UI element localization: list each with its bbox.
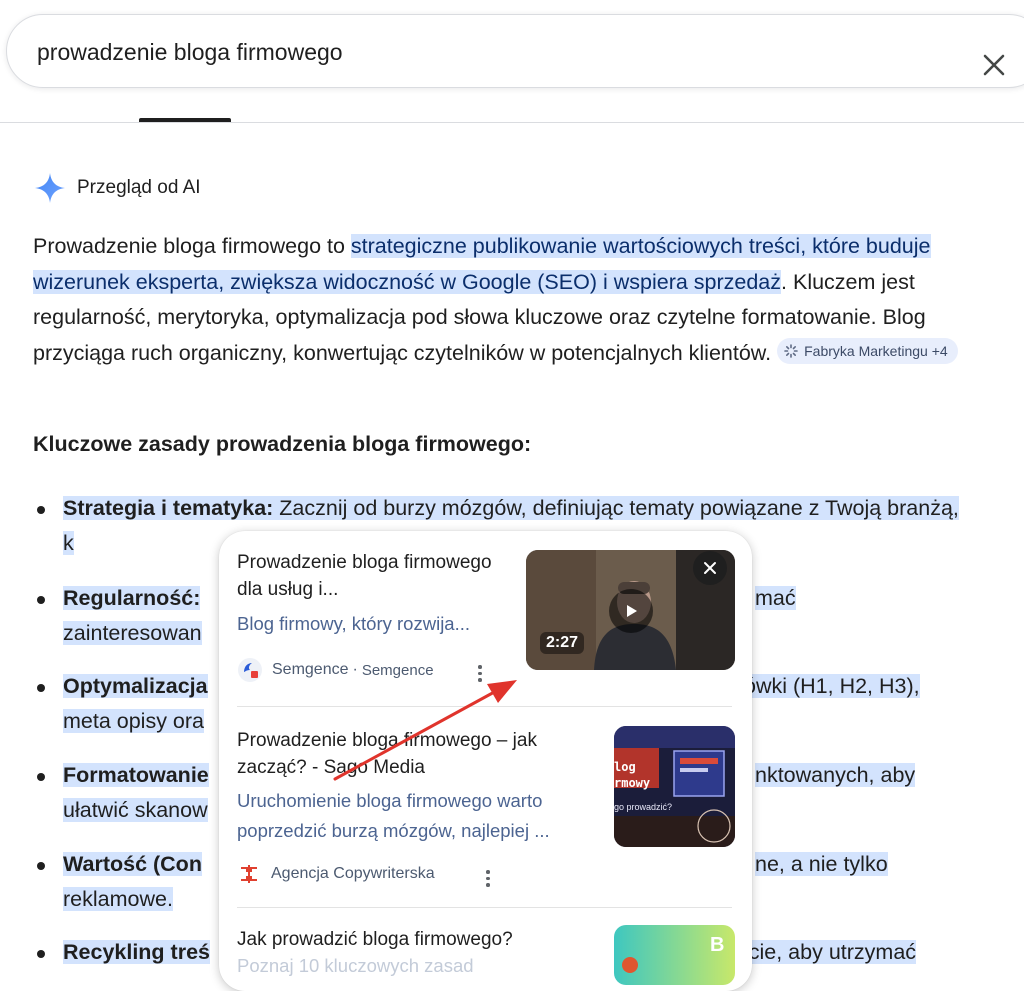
annotation-arrow bbox=[333, 680, 517, 781]
